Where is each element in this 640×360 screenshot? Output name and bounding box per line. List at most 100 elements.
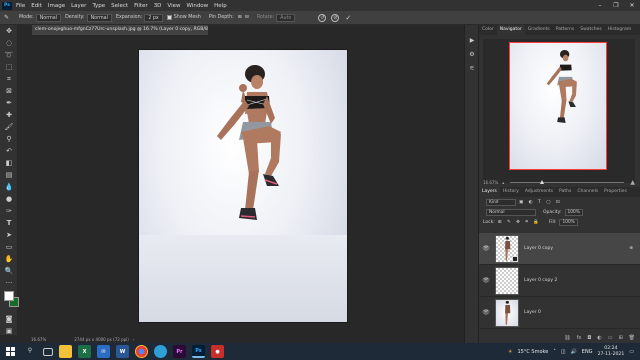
menu-window[interactable]: Window [186,3,208,9]
excel-icon[interactable]: X [78,345,91,358]
properties-icon[interactable]: ⚙ [465,47,479,61]
frame-tool-icon[interactable]: ⊠ [0,85,18,97]
layer-name[interactable]: Layer 0 copy 2 [524,278,557,283]
menu-3d[interactable]: 3D [154,3,162,9]
clock[interactable]: 02:24 27-11-2021 [598,346,625,358]
opacity-input[interactable]: 100% [564,208,583,216]
tab-paths[interactable]: Paths [556,187,574,197]
adjustment-layer-icon[interactable]: ◐ [597,335,601,343]
filter-icons[interactable]: ▣ ◐ T ▢ ⊡ [519,200,562,205]
status-arrow-icon[interactable]: › [133,337,135,342]
edge-icon[interactable] [154,345,167,358]
navigator-view-box[interactable] [509,42,607,170]
layer-row[interactable]: 👁 Layer 0 [479,297,640,329]
windows-start-icon[interactable] [3,346,17,358]
tab-adjustments[interactable]: Adjustments [522,187,556,197]
layer-row[interactable]: 👁 Layer 0 copy ⊛ [479,233,640,265]
fx-icon[interactable]: fx [577,335,582,343]
navigator-preview[interactable] [483,39,635,183]
history-brush-tool-icon[interactable]: ↶ [0,145,18,157]
chrome-icon[interactable] [135,345,148,358]
document-info[interactable]: 2744 px x 4000 px (72 ppi) [74,337,129,342]
menu-view[interactable]: View [167,3,180,9]
photoshop-taskbar-icon[interactable]: Ps [192,345,205,358]
document-tab[interactable]: clem-onojeghuo-mfgnCz77Urc-unsplash.jpg … [32,25,208,35]
notification-icon[interactable]: ▭ [629,349,634,355]
minimize-icon[interactable]: – [592,0,608,11]
weather-icon[interactable]: ☀ [508,349,512,355]
group-icon[interactable]: ▭ [608,335,613,343]
screen-mode-icon[interactable]: ▣ [0,325,18,337]
density-select[interactable]: Normal [86,13,112,22]
tab-histogram[interactable]: Histogram [605,25,634,35]
maximize-icon[interactable]: ❐ [608,0,624,11]
premiere-icon[interactable]: Pr [173,345,186,358]
marquee-tool-icon[interactable]: ◌ [0,37,18,49]
menu-edit[interactable]: Edit [31,3,42,9]
zoom-tool-icon[interactable]: 🔍 [0,265,18,277]
trash-icon[interactable]: 🗑 [629,335,635,343]
pin-depth-back-icon[interactable]: ⊟ [245,15,249,20]
tab-layers[interactable]: Layers [479,187,500,197]
blur-tool-icon[interactable]: 💧 [0,181,18,193]
link-icon[interactable]: ⛓ [564,335,570,343]
commit-icon[interactable]: ✓ [344,14,352,22]
layer-name[interactable]: Layer 0 copy [524,246,553,251]
taskbar-search-icon[interactable]: ⚲ [23,347,37,357]
mail-icon[interactable]: ✉ [97,345,110,358]
more-tools-icon[interactable]: ··· [0,277,18,289]
visibility-eye-icon[interactable]: 👁 [479,277,493,284]
type-tool-icon[interactable]: T [0,217,18,229]
object-selection-tool-icon[interactable]: ⬚ [0,61,18,73]
pin-depth-front-icon[interactable]: ⊞ [238,15,242,20]
pen-tool-icon[interactable]: ✑ [0,205,18,217]
eraser-tool-icon[interactable]: ◧ [0,157,18,169]
mask-icon[interactable]: ◘ [587,335,591,343]
healing-brush-tool-icon[interactable]: ✚ [0,109,18,121]
tab-channels[interactable]: Channels [574,187,601,197]
menu-filter[interactable]: Filter [134,3,148,9]
tab-properties[interactable]: Properties [601,187,630,197]
tab-history[interactable]: History [500,187,522,197]
menu-file[interactable]: File [16,3,25,9]
tab-swatches[interactable]: Swatches [577,25,605,35]
visibility-eye-icon[interactable]: 👁 [479,245,493,252]
move-tool-icon[interactable]: ✥ [0,25,18,37]
weather-text[interactable]: 15°C Smoke [517,349,548,355]
lock-icons[interactable]: ⊞ ✎ ✥ ⌗ 🔒 [498,219,541,225]
tab-patterns[interactable]: Patterns [553,25,578,35]
dodge-tool-icon[interactable]: ● [0,193,18,205]
new-layer-icon[interactable]: ⊞ [618,335,622,343]
network-icon[interactable]: ◫ [561,349,566,355]
document-image[interactable] [139,50,347,322]
layer-name[interactable]: Layer 0 [524,310,541,315]
menu-image[interactable]: Image [48,3,65,9]
crop-tool-icon[interactable]: ⌗ [0,73,18,85]
blend-mode-select[interactable]: Normal [486,208,536,216]
fill-input[interactable]: 100% [559,218,578,226]
menu-type[interactable]: Type [92,3,105,9]
puppet-warp-icon[interactable]: ✎ [4,14,9,21]
zoom-slider-knob[interactable] [540,180,545,184]
rotate-select[interactable]: Auto [276,13,296,22]
cancel-icon[interactable]: ⊘ [331,13,340,22]
menu-select[interactable]: Select [111,3,128,9]
tab-navigator[interactable]: Navigator [496,25,525,35]
path-selection-tool-icon[interactable]: ➤ [0,229,18,241]
lasso-tool-icon[interactable]: ➰ [0,49,18,61]
smart-filter-icon[interactable]: ⊛ [629,246,633,251]
eyedropper-tool-icon[interactable]: ✒ [0,97,18,109]
zoom-readout[interactable]: 16.67% [31,337,46,342]
clone-stamp-tool-icon[interactable]: ⚲ [0,133,18,145]
gradient-tool-icon[interactable]: ▤ [0,169,18,181]
tab-gradients[interactable]: Gradients [525,25,553,35]
quick-mask-icon[interactable]: ◙ [0,313,18,325]
close-icon[interactable]: ✕ [624,0,640,11]
tab-color[interactable]: Color [479,25,497,35]
play-icon[interactable]: ▶ [465,33,479,47]
zoom-out-icon[interactable]: ▴ [502,180,504,185]
brush-tool-icon[interactable]: 🖌 [0,121,18,133]
nav-zoom-readout[interactable]: 16.67% [483,180,498,185]
show-mesh-checkbox[interactable] [166,15,172,20]
hand-tool-icon[interactable]: ✋ [0,253,18,265]
